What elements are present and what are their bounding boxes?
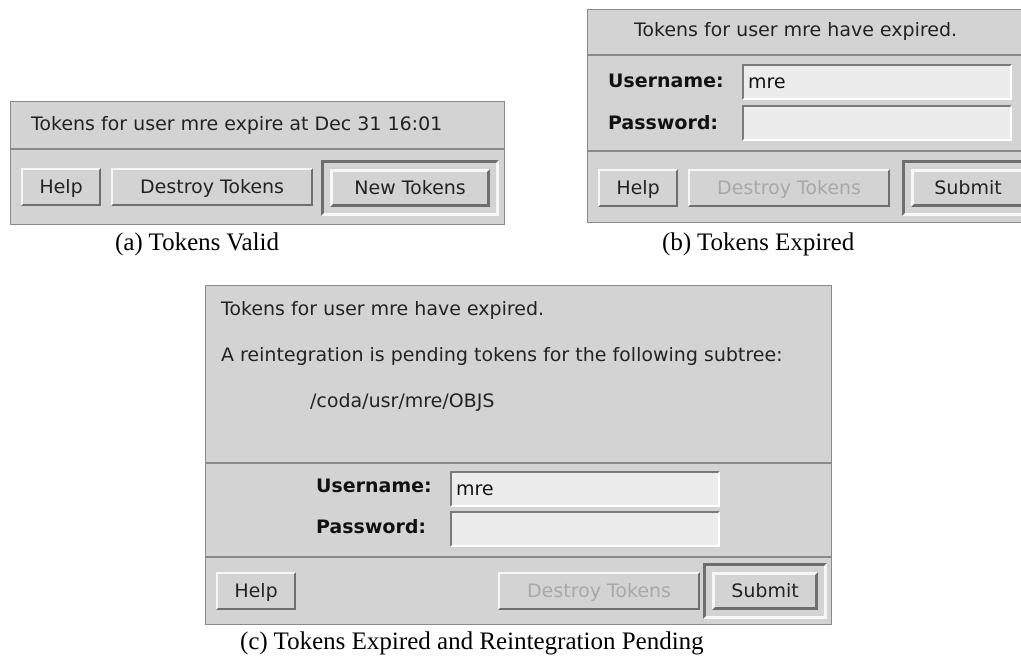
pending-message: A reintegration is pending tokens for th… xyxy=(221,344,783,366)
destroy-tokens-button[interactable]: Destroy Tokens xyxy=(498,572,700,610)
status-message: Tokens for user mre have expired. xyxy=(634,19,958,41)
default-button-frame: Submit xyxy=(902,160,1021,216)
username-field[interactable]: mre xyxy=(742,64,1012,100)
status-message: Tokens for user mre have expired. xyxy=(221,298,545,320)
destroy-tokens-button[interactable]: Destroy Tokens xyxy=(111,168,313,206)
password-field[interactable] xyxy=(742,105,1012,141)
default-button-frame: New Tokens xyxy=(321,160,499,216)
token-panel-valid: Tokens for user mre expire at Dec 31 16:… xyxy=(10,101,505,225)
button-bar: Help Destroy Tokens Submit xyxy=(588,150,1021,224)
help-button[interactable]: Help xyxy=(216,572,296,610)
username-value: mre xyxy=(748,71,786,93)
help-button[interactable]: Help xyxy=(598,169,678,207)
subtree-path: /coda/usr/mre/OBJS xyxy=(310,390,495,412)
password-field[interactable] xyxy=(450,511,720,547)
login-form: Username: mre Password: xyxy=(206,462,831,556)
help-button[interactable]: Help xyxy=(21,168,101,206)
new-tokens-button[interactable]: New Tokens xyxy=(330,169,490,207)
destroy-tokens-button[interactable]: Destroy Tokens xyxy=(688,169,890,207)
button-bar: Help Destroy Tokens New Tokens xyxy=(11,148,504,224)
caption-c: (c) Tokens Expired and Reintegration Pen… xyxy=(240,628,704,655)
status-message: Tokens for user mre expire at Dec 31 16:… xyxy=(31,113,443,135)
default-button-frame: Submit xyxy=(703,563,827,619)
login-form: Username: mre Password: xyxy=(588,54,1021,150)
caption-a: (a) Tokens Valid xyxy=(115,229,279,256)
token-panel-reintegration: Tokens for user mre have expired. A rein… xyxy=(205,285,832,625)
password-label: Password: xyxy=(608,112,719,134)
status-area: Tokens for user mre expire at Dec 31 16:… xyxy=(11,102,504,148)
username-label: Username: xyxy=(316,475,432,497)
username-value: mre xyxy=(456,478,494,500)
password-label: Password: xyxy=(316,516,427,538)
submit-button[interactable]: Submit xyxy=(911,169,1021,207)
caption-b: (b) Tokens Expired xyxy=(662,229,855,256)
username-label: Username: xyxy=(608,70,724,92)
submit-button[interactable]: Submit xyxy=(712,572,818,610)
message-area: Tokens for user mre have expired. A rein… xyxy=(206,286,831,462)
status-area: Tokens for user mre have expired. xyxy=(588,10,1021,54)
username-field[interactable]: mre xyxy=(450,471,720,507)
button-bar: Help Destroy Tokens Submit xyxy=(206,556,831,624)
token-panel-expired: Tokens for user mre have expired. Userna… xyxy=(587,9,1021,223)
